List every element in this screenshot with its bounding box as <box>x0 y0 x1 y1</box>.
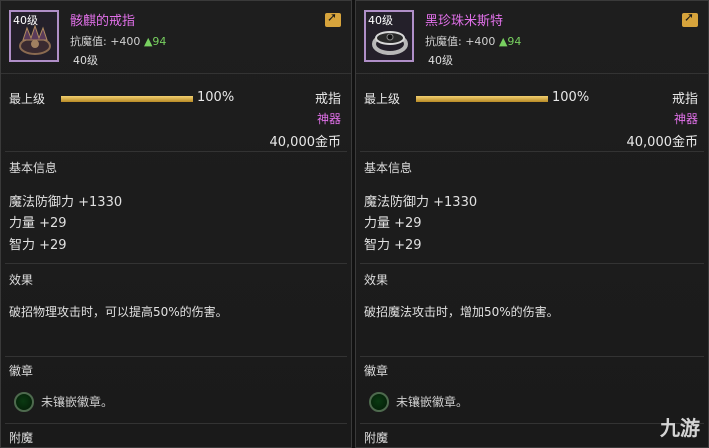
attr-strength: 力量 +29 <box>9 216 67 231</box>
divider <box>360 151 704 152</box>
item-tooltip-right: 40级 黑珍珠米斯特 抗魔值: +400 ▲94 40级 最上级 100% 戒指… <box>355 0 709 448</box>
grade-progress-fill <box>416 96 548 102</box>
stat-label: 抗魔值: <box>70 35 107 48</box>
effect-title: 效果 <box>364 273 389 287</box>
share-icon[interactable] <box>325 10 341 27</box>
item-level: 40级 <box>428 54 453 67</box>
grade-percent: 100% <box>197 90 235 105</box>
share-icon[interactable] <box>682 10 698 27</box>
effect-title: 效果 <box>9 273 34 287</box>
resist-stat: 抗魔值: +400 ▲94 <box>70 33 166 49</box>
divider <box>360 356 704 357</box>
item-level-badge: 40级 <box>368 14 393 27</box>
resist-stat: 抗魔值: +400 ▲94 <box>425 33 521 49</box>
grade-progress-bar <box>416 96 548 102</box>
divider <box>5 151 347 152</box>
item-rarity: 神器 <box>673 112 698 126</box>
basic-info-title: 基本信息 <box>9 161 58 175</box>
divider <box>5 423 347 424</box>
attr-magic-defense: 魔法防御力 +1330 <box>9 195 123 210</box>
grade-percent: 100% <box>552 90 590 105</box>
item-type: 戒指 <box>671 92 698 107</box>
divider <box>5 356 347 357</box>
stat-value: +400 <box>465 35 496 48</box>
tooltip-header: 40级 黑珍珠米斯特 抗魔值: +400 ▲94 40级 <box>356 1 708 74</box>
grade-label: 最上级 <box>9 92 46 106</box>
stat-label: 抗魔值: <box>425 35 462 48</box>
item-name: 骸麒的戒指 <box>70 14 136 29</box>
emblem-title: 徽章 <box>364 364 389 378</box>
attr-magic-defense: 魔法防御力 +1330 <box>364 195 478 210</box>
emblem-socket-icon[interactable] <box>369 392 389 412</box>
item-level: 40级 <box>73 54 98 67</box>
stat-value: +400 <box>110 35 141 48</box>
item-icon-slot[interactable]: 40级 <box>364 10 414 62</box>
item-price: 40,000金币 <box>626 135 699 150</box>
attr-strength: 力量 +29 <box>364 216 422 231</box>
item-icon-slot[interactable]: 40级 <box>9 10 59 62</box>
item-tooltip-left: 40级 骸麒的戒指 抗魔值: +400 ▲94 40级 最上级 100% 戒指 … <box>0 0 352 448</box>
item-level-badge: 40级 <box>13 14 38 27</box>
stat-increase: ▲94 <box>498 35 522 48</box>
enchant-title: 附魔 <box>364 431 389 445</box>
divider <box>360 423 704 424</box>
grade-progress-fill <box>61 96 193 102</box>
attr-intelligence: 智力 +29 <box>364 238 422 253</box>
item-name: 黑珍珠米斯特 <box>425 14 504 29</box>
divider <box>360 263 704 264</box>
effect-text: 破招魔法攻击时，增加50%的伤害。 <box>364 305 559 319</box>
emblem-status: 未镶嵌徽章。 <box>41 395 114 409</box>
enchant-title: 附魔 <box>9 431 34 445</box>
emblem-socket-icon[interactable] <box>14 392 34 412</box>
emblem-status: 未镶嵌徽章。 <box>396 395 469 409</box>
attr-intelligence: 智力 +29 <box>9 238 67 253</box>
grade-progress-bar <box>61 96 193 102</box>
site-watermark: 九游 <box>660 416 700 440</box>
grade-label: 最上级 <box>364 92 401 106</box>
emblem-title: 徽章 <box>9 364 34 378</box>
item-rarity: 神器 <box>316 112 341 126</box>
item-type: 戒指 <box>314 92 341 107</box>
tooltip-header: 40级 骸麒的戒指 抗魔值: +400 ▲94 40级 <box>1 1 351 74</box>
divider <box>5 263 347 264</box>
item-price: 40,000金币 <box>269 135 342 150</box>
basic-info-title: 基本信息 <box>364 161 413 175</box>
stat-increase: ▲94 <box>143 35 167 48</box>
effect-text: 破招物理攻击时，可以提高50%的伤害。 <box>9 305 228 319</box>
